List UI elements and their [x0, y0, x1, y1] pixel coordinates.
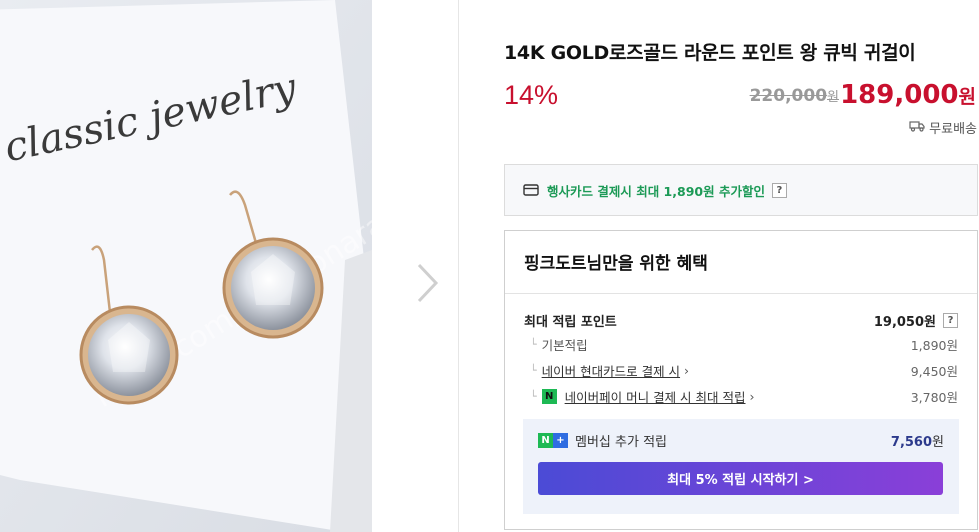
- truck-icon: [909, 120, 925, 136]
- point-row-value: 9,450원: [910, 364, 958, 379]
- point-row-link[interactable]: 네이버페이 머니 결제 시 최대 적립: [565, 387, 746, 406]
- point-row-hyundai-card[interactable]: └ 네이버 현대카드로 결제 시 › 9,450원: [524, 361, 958, 380]
- max-point-label: 최대 적립 포인트: [524, 315, 617, 330]
- sale-price-unit: 원: [958, 86, 976, 108]
- chevron-right-icon[interactable]: [414, 262, 442, 304]
- card-promo-help-button[interactable]: ?: [771, 182, 787, 198]
- point-row-label: 기본적립: [541, 338, 588, 353]
- point-row-value: 1,890원: [910, 338, 958, 353]
- membership-start-button[interactable]: 최대 5% 적립 시작하기 >: [538, 462, 943, 495]
- chevron-right-icon: ›: [749, 389, 755, 404]
- max-point-value: 19,050원: [873, 315, 936, 330]
- membership-value-number: 7,560: [890, 435, 933, 450]
- membership-label: 멤버십 추가 적립: [575, 435, 667, 450]
- membership-box: N + 멤버십 추가 적립 7,560원 최대 5% 적립 시작하기 >: [523, 419, 959, 514]
- product-image: classic jewelry naver.com/joongonara: [0, 0, 372, 532]
- product-photo[interactable]: classic jewelry naver.com/joongonara: [0, 0, 372, 532]
- point-row-link[interactable]: 네이버 현대카드로 결제 시: [542, 361, 680, 380]
- membership-value-unit: 원: [932, 435, 944, 450]
- nplus-icon: N +: [538, 433, 568, 448]
- max-point-row: 최대 적립 포인트 19,050원 ?: [524, 311, 958, 330]
- membership-row: N + 멤버십 추가 적립 7,560원: [538, 431, 944, 450]
- original-price-unit: 원: [827, 90, 839, 105]
- sale-price: 189,000원: [840, 80, 976, 110]
- original-price-value: 220,000: [749, 86, 828, 106]
- chevron-right-icon: ›: [684, 363, 690, 378]
- card-promo-text: 행사카드 결제시 최대 1,890원 추가할인: [547, 183, 765, 199]
- max-point-help-button[interactable]: ?: [943, 313, 958, 328]
- original-price: 220,000원: [750, 86, 839, 106]
- point-row-basic: └ 기본적립 1,890원: [524, 335, 958, 354]
- benefit-box: 핑크도트님만을 위한 혜택 최대 적립 포인트 19,050원 ? └ 기본적립 …: [504, 230, 978, 530]
- point-row-naverpay[interactable]: └ N 네이버페이 머니 결제 시 최대 적립 › 3,780원: [524, 387, 958, 406]
- card-promo-banner[interactable]: 행사카드 결제시 최대 1,890원 추가할인 ?: [504, 164, 978, 216]
- naverpay-icon: N: [541, 389, 557, 404]
- sale-price-value: 189,000: [840, 80, 959, 110]
- credit-card-icon: [523, 181, 539, 200]
- shipping-label: 무료배송: [929, 122, 977, 137]
- discount-rate: 14%: [504, 80, 559, 110]
- membership-value: 7,560원: [891, 431, 944, 450]
- product-info-panel: 14K GOLD로즈골드 라운드 포인트 왕 큐빅 귀걸이 14% 220,00…: [460, 0, 979, 532]
- product-title: 14K GOLD로즈골드 라운드 포인트 왕 큐빅 귀걸이: [504, 42, 916, 64]
- shipping-info: 무료배송: [909, 118, 977, 137]
- benefit-header: 핑크도트님만을 위한 혜택: [505, 231, 977, 294]
- point-row-value: 3,780원: [910, 390, 958, 405]
